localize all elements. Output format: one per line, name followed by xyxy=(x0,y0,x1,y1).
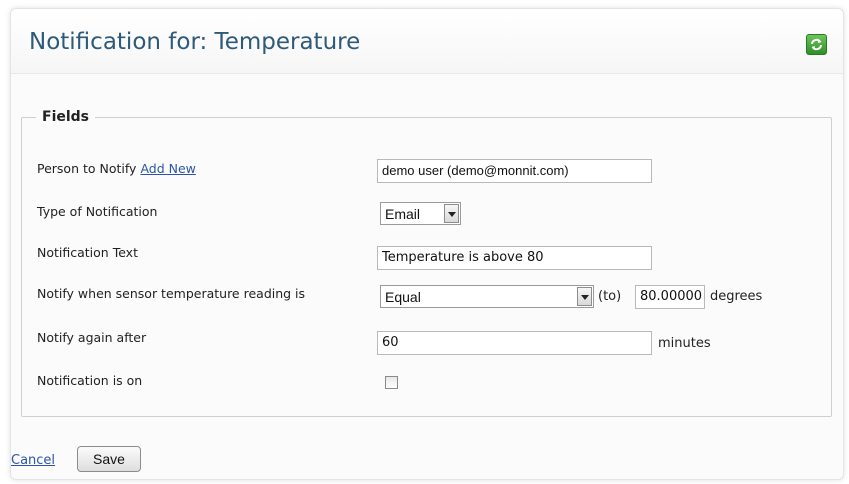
condition-label: Notify when sensor temperature reading i… xyxy=(37,286,306,301)
cancel-link[interactable]: Cancel xyxy=(11,453,55,468)
person-to-notify-label: Person to Notify Add New xyxy=(37,161,196,176)
notification-text-field[interactable]: Temperature is above 80 xyxy=(377,246,652,270)
threshold-field[interactable]: 80.00000 xyxy=(635,285,705,309)
fields-legend: Fields xyxy=(42,109,90,125)
notify-again-field[interactable]: 60 xyxy=(377,331,652,355)
degrees-unit: degrees xyxy=(710,289,763,304)
notification-type-value: Email xyxy=(385,206,421,222)
add-new-link[interactable]: Add New xyxy=(140,161,195,176)
save-button[interactable]: Save xyxy=(77,446,141,472)
notify-again-label: Notify again after xyxy=(37,330,147,345)
page-title: Notification for: Temperature xyxy=(29,29,361,55)
refresh-icon[interactable] xyxy=(806,34,827,55)
notification-type-select[interactable]: Email xyxy=(380,202,461,225)
notification-is-on-label: Notification is on xyxy=(37,373,143,388)
notification-panel: Notification for: Temperature Fields Per… xyxy=(10,8,844,480)
condition-value: Equal xyxy=(385,289,421,305)
panel-header: Notification for: Temperature xyxy=(11,9,843,74)
minutes-unit: minutes xyxy=(658,336,711,351)
chevron-down-icon xyxy=(444,204,459,223)
notification-text-label: Notification Text xyxy=(37,245,138,260)
person-to-notify-field[interactable]: demo user (demo@monnit.com) xyxy=(377,159,652,183)
chevron-down-icon xyxy=(577,287,592,306)
type-of-notification-label: Type of Notification xyxy=(37,204,158,219)
to-label: (to) xyxy=(598,289,622,304)
condition-select[interactable]: Equal xyxy=(380,285,594,308)
person-to-notify-text: Person to Notify xyxy=(37,161,137,176)
notification-on-checkbox[interactable] xyxy=(385,376,398,389)
